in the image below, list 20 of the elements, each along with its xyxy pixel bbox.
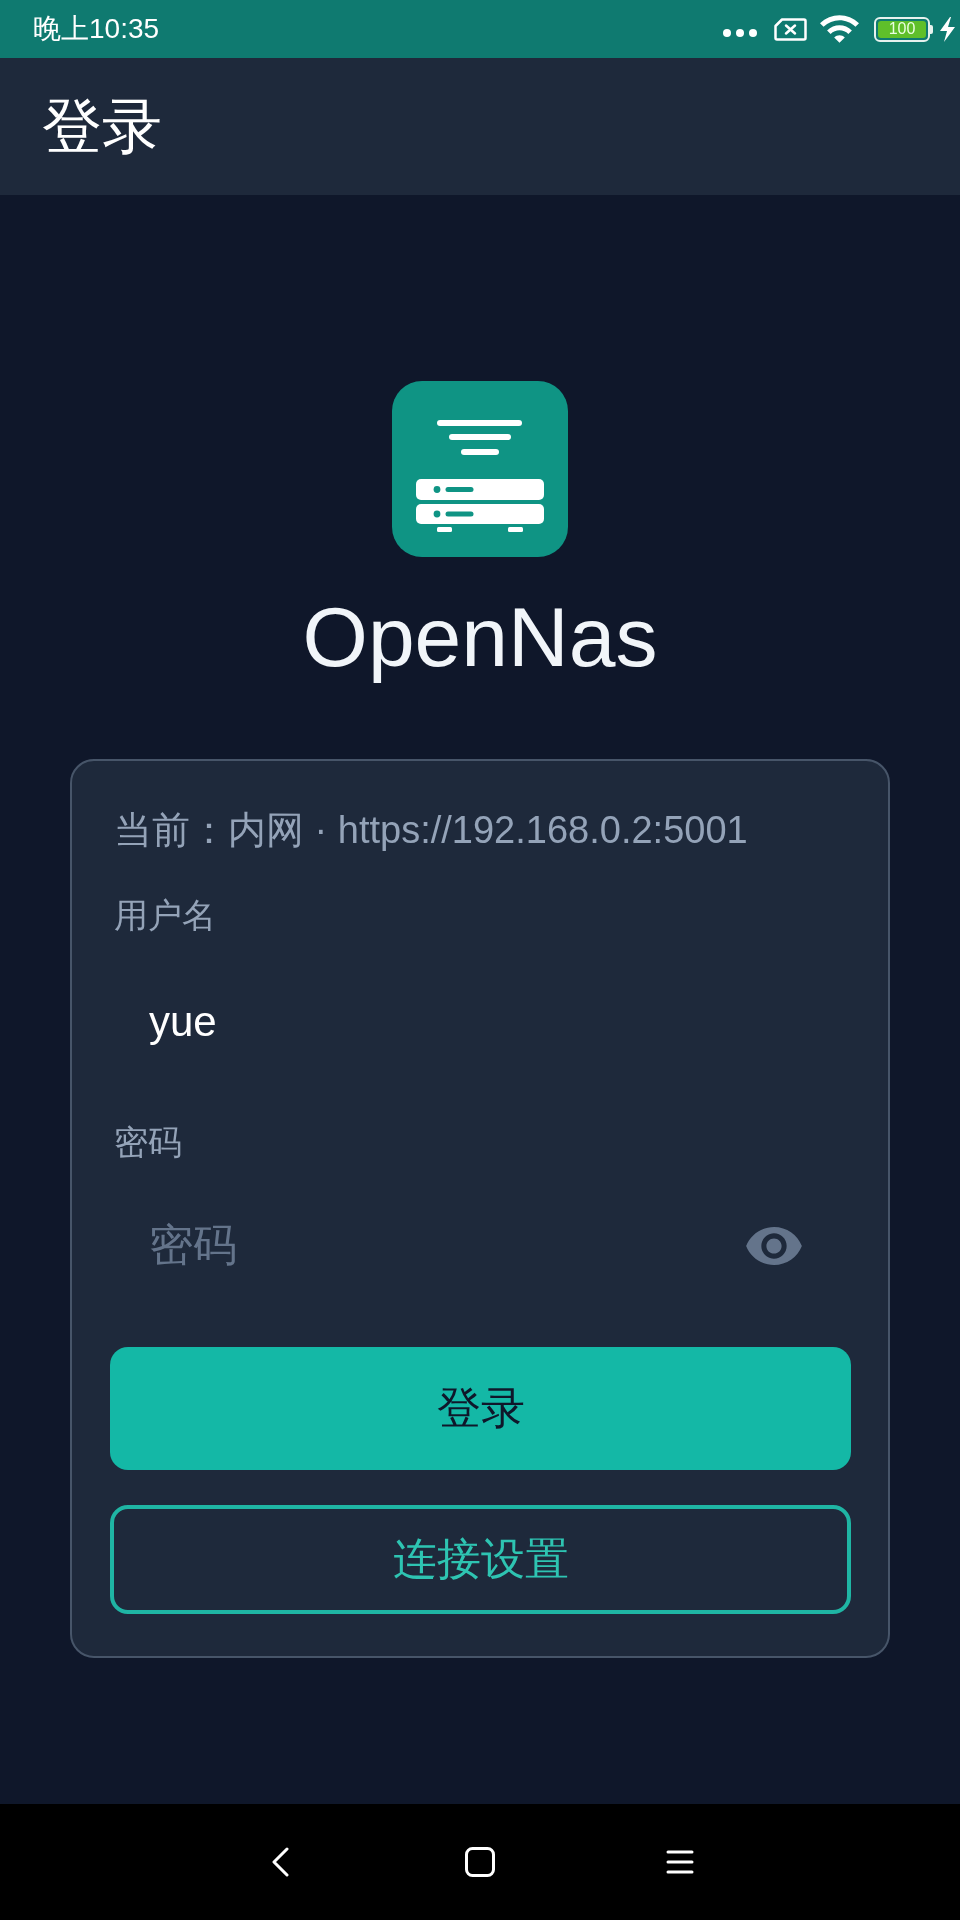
password-field[interactable]: 密码 bbox=[110, 1196, 746, 1296]
field-label: 密码 bbox=[113, 1122, 183, 1163]
connection-settings-button[interactable]: 连接设置 bbox=[110, 1505, 851, 1614]
home-icon[interactable] bbox=[465, 1847, 495, 1877]
app-name: OpenNas bbox=[302, 589, 658, 686]
status-time: 晚上10:35 bbox=[33, 12, 160, 46]
connection-info: 当前：内网 · https://192.168.0.2:5001 bbox=[113, 808, 749, 853]
wifi-icon bbox=[820, 15, 859, 43]
server-logo-icon bbox=[392, 381, 568, 557]
battery-percent: 100 bbox=[888, 21, 916, 37]
page-title: 登录 bbox=[42, 91, 162, 162]
back-icon[interactable] bbox=[271, 1847, 289, 1877]
more-dots-icon bbox=[723, 29, 757, 37]
eye-icon[interactable] bbox=[746, 1227, 802, 1265]
field-label: 用户名 bbox=[113, 895, 217, 936]
no-sim-icon bbox=[774, 17, 807, 41]
login-button[interactable]: 登录 bbox=[110, 1347, 851, 1470]
menu-icon[interactable] bbox=[666, 1850, 694, 1874]
charging-bolt-icon bbox=[939, 16, 956, 42]
username-field[interactable]: yue bbox=[110, 972, 851, 1072]
